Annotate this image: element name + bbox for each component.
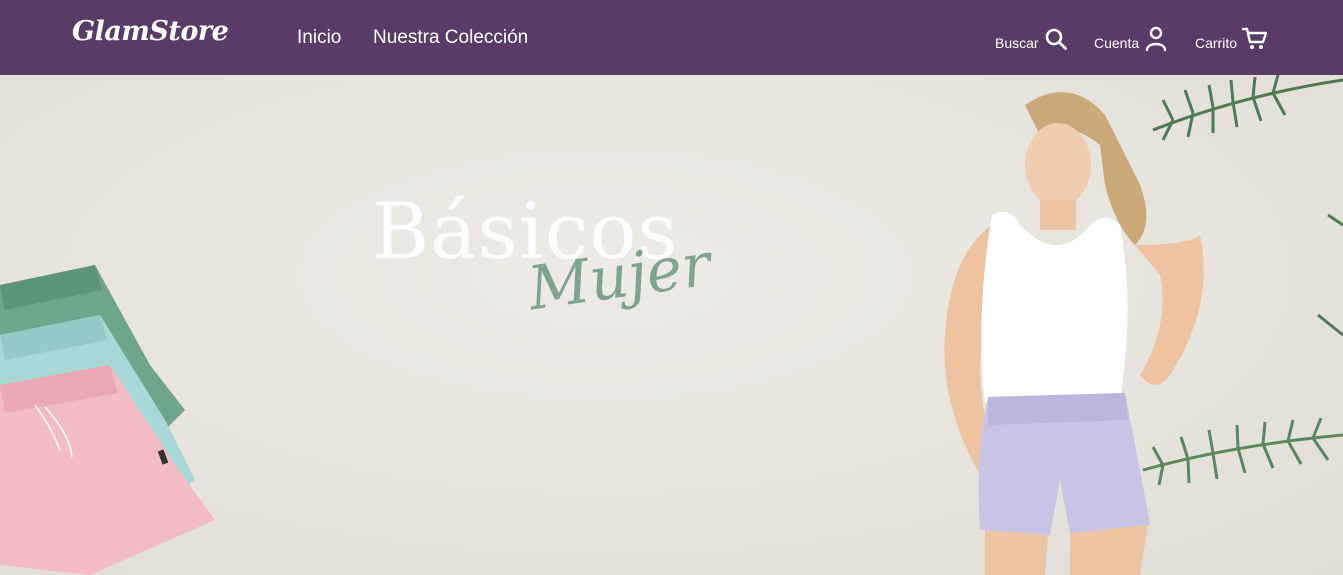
account-button[interactable]: Cuenta xyxy=(1094,24,1168,54)
nav-link-coleccion[interactable]: Nuestra Colección xyxy=(373,27,528,49)
nav-link-inicio[interactable]: Inicio xyxy=(297,27,341,49)
model-photo xyxy=(944,92,1204,575)
search-label: Buscar xyxy=(995,35,1039,51)
brand-logo[interactable]: GlamStore xyxy=(72,16,229,47)
cart-label: Carrito xyxy=(1195,35,1238,51)
cart-icon xyxy=(1242,27,1268,51)
search-button[interactable]: Buscar xyxy=(995,24,1068,54)
search-icon xyxy=(1044,27,1068,51)
hero-banner[interactable]: Básicos Mujer xyxy=(0,75,1343,575)
account-label: Cuenta xyxy=(1094,35,1140,51)
user-icon xyxy=(1144,26,1168,52)
cart-button[interactable]: Carrito xyxy=(1195,24,1268,54)
shorts-stack-image xyxy=(0,265,215,575)
top-navbar: GlamStore Inicio Nuestra Colección Busca… xyxy=(0,0,1343,75)
